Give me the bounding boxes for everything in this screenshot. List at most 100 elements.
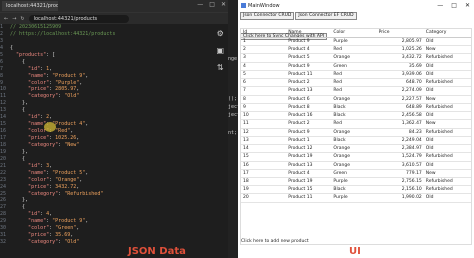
cell-category[interactable]: Refurbished (424, 153, 471, 160)
cell-color[interactable]: Orange (333, 54, 378, 61)
cell-id[interactable]: 14 (241, 145, 288, 152)
column-header-category[interactable]: Category (424, 29, 471, 37)
cell-price[interactable]: 1,524.79 (379, 153, 424, 160)
table-row[interactable]: 19 Product 15 Black 2,156.10 Refurbished (241, 186, 471, 195)
cell-color[interactable]: Black (333, 137, 378, 144)
cell-name[interactable]: Product 8 (288, 104, 333, 111)
table-row[interactable]: 1 Product 9 Purple 2,805.97 Old (241, 38, 471, 47)
cell-category[interactable]: New (424, 170, 471, 177)
cell-color[interactable]: Red (333, 46, 378, 53)
cell-category[interactable]: Refurbished (424, 186, 471, 193)
table-row[interactable]: 15 Product 19 Orange 1,524.79 Refurbished (241, 153, 471, 162)
table-row[interactable]: 7 Product 13 Red 2,274.09 Old (241, 87, 471, 96)
cell-color[interactable]: Black (333, 112, 378, 119)
tab-json-crud[interactable]: Json Connector CRUD (240, 12, 295, 20)
app-maximize-icon[interactable]: □ (451, 2, 457, 9)
cell-category[interactable]: Old (424, 194, 471, 201)
cell-id[interactable]: 4 (241, 63, 288, 70)
cell-price[interactable]: 35.69 (379, 63, 424, 70)
cell-color[interactable]: Black (333, 186, 378, 193)
cell-price[interactable]: 2,156.10 (379, 186, 424, 193)
cell-color[interactable]: Purple (333, 194, 378, 201)
table-row[interactable]: 6 Product 2 Red 648.70 Refurbished (241, 79, 471, 88)
column-header-price[interactable]: Price (379, 29, 424, 37)
cell-name[interactable]: Product 2 (288, 120, 333, 127)
cell-category[interactable]: Old (424, 145, 471, 152)
cell-color[interactable]: Red (333, 79, 378, 86)
cell-category[interactable]: New (424, 96, 471, 103)
table-row[interactable]: 9 Product 8 Black 648.89 Refurbished (241, 104, 471, 113)
raw-view-icon[interactable]: ▣ (216, 47, 224, 55)
cell-color[interactable]: Green (333, 63, 378, 70)
cell-name[interactable]: Product 16 (288, 112, 333, 119)
cell-category[interactable]: New (424, 120, 471, 127)
cell-color[interactable]: Red (333, 71, 378, 78)
cell-id[interactable]: 16 (241, 162, 288, 169)
sort-icon[interactable]: ⇅ (217, 64, 224, 72)
column-header-color[interactable]: Color (333, 29, 378, 37)
cell-id[interactable]: 8 (241, 96, 288, 103)
cell-name[interactable]: Product 9 (288, 63, 333, 70)
cell-price[interactable]: 779.17 (379, 170, 424, 177)
cell-name[interactable]: Product 11 (288, 71, 333, 78)
table-row[interactable]: 2 Product 4 Red 1,025.26 New (241, 46, 471, 55)
cell-category[interactable]: New (424, 46, 471, 53)
table-row[interactable]: 4 Product 9 Green 35.69 Old (241, 63, 471, 71)
cell-price[interactable]: 2,456.58 (379, 112, 424, 119)
back-icon[interactable]: ← (4, 16, 8, 22)
cell-name[interactable]: Product 13 (288, 87, 333, 94)
cell-id[interactable]: 17 (241, 170, 288, 177)
cell-id[interactable]: 9 (241, 104, 288, 111)
cell-category[interactable]: Refurbished (424, 104, 471, 111)
table-row[interactable]: 12 Product 9 Orange 84.23 Refurbished (241, 129, 471, 137)
cell-id[interactable]: 2 (241, 46, 288, 53)
add-product-row[interactable]: Click here to add new product (241, 239, 309, 244)
cell-id[interactable]: 15 (241, 153, 288, 160)
column-header-name[interactable]: Name (288, 29, 333, 37)
cell-name[interactable]: Product 11 (288, 194, 333, 201)
table-row[interactable]: 3 Product 5 Orange 3,432.72 Refurbished (241, 54, 471, 63)
table-row[interactable]: 14 Product 12 Orange 2,384.97 Old (241, 145, 471, 154)
cell-price[interactable]: 1,362.47 (379, 120, 424, 127)
cell-id[interactable]: 1 (241, 38, 288, 45)
cell-color[interactable]: Purple (333, 178, 378, 185)
cell-id[interactable]: 10 (241, 112, 288, 119)
cell-price[interactable]: 3,939.06 (379, 71, 424, 78)
cell-category[interactable]: Refurbished (424, 129, 471, 136)
cell-name[interactable]: Product 19 (288, 178, 333, 185)
cell-category[interactable]: Old (424, 162, 471, 169)
settings-icon[interactable]: ⚙ (217, 30, 224, 38)
cell-color[interactable]: Orange (333, 96, 378, 103)
cell-price[interactable]: 2,756.15 (379, 178, 424, 185)
forward-icon[interactable]: → (12, 16, 16, 22)
cell-id[interactable]: 19 (241, 186, 288, 193)
maximize-icon[interactable]: □ (209, 1, 215, 8)
cell-color[interactable]: Orange (333, 145, 378, 152)
cell-id[interactable]: 12 (241, 129, 288, 136)
cell-color[interactable]: Orange (333, 162, 378, 169)
cell-name[interactable]: Product 13 (288, 162, 333, 169)
cell-category[interactable]: Refurbished (424, 178, 471, 185)
cell-id[interactable]: 13 (241, 137, 288, 144)
cell-category[interactable]: Old (424, 112, 471, 119)
cell-color[interactable]: Orange (333, 129, 378, 136)
cell-id[interactable]: 7 (241, 87, 288, 94)
cell-price[interactable]: 2,274.09 (379, 87, 424, 94)
table-row[interactable]: 18 Product 19 Purple 2,756.15 Refurbished (241, 178, 471, 187)
cell-name[interactable]: Product 5 (288, 54, 333, 61)
cell-price[interactable]: 648.70 (379, 79, 424, 86)
cell-color[interactable]: Green (333, 170, 378, 177)
cell-name[interactable]: Product 9 (288, 129, 333, 136)
cell-price[interactable]: 2,227.57 (379, 96, 424, 103)
cell-category[interactable]: Refurbished (424, 79, 471, 86)
cell-id[interactable]: 5 (241, 71, 288, 78)
cell-name[interactable]: Product 6 (288, 96, 333, 103)
cell-price[interactable]: 1,990.02 (379, 194, 424, 201)
close-icon[interactable]: ✕ (221, 1, 226, 8)
app-close-icon[interactable]: ✕ (465, 2, 470, 9)
cell-name[interactable]: Product 2 (288, 79, 333, 86)
cell-color[interactable]: Red (333, 87, 378, 94)
table-row[interactable]: 5 Product 11 Red 3,939.06 Old (241, 71, 471, 80)
cell-color[interactable]: Purple (333, 38, 378, 45)
reload-icon[interactable]: ↻ (20, 16, 24, 22)
